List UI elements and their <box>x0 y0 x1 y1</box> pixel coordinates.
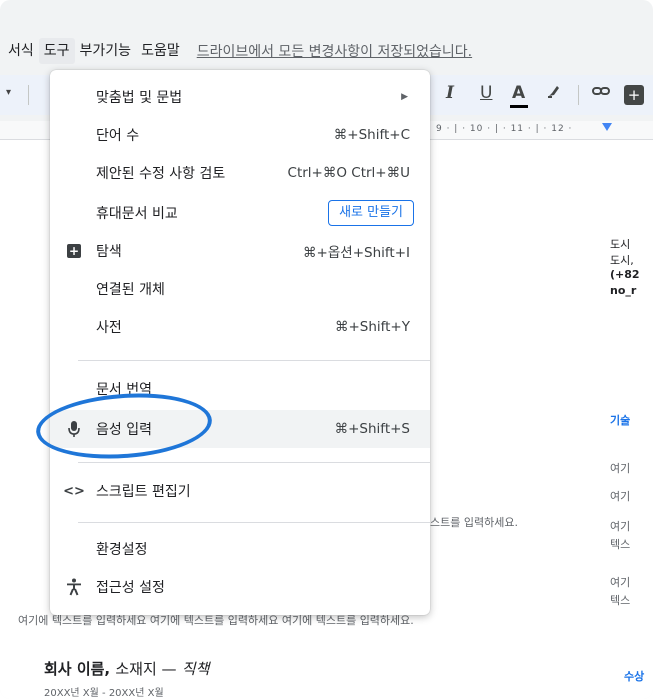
submenu-arrow-icon: ▶ <box>401 92 408 102</box>
menu-item-label: 접근성 설정 <box>96 580 165 596</box>
menu-addons[interactable]: 부가기능 <box>75 38 137 64</box>
menu-item-label: 연결된 개체 <box>96 282 165 298</box>
menu-item-dictionary[interactable]: 사전 ⌘+Shift+Y <box>50 308 430 346</box>
menu-item-script-editor[interactable]: <> 스크립트 편집기 <box>50 472 430 510</box>
contact-line: no_r <box>610 284 637 297</box>
skills-line: 텍스 <box>610 538 631 551</box>
tools-menu: 맞춤법 및 문법 ▶ 단어 수 ⌘+Shift+C 제안된 수정 사항 검토 C… <box>50 70 430 615</box>
underline-button[interactable]: U <box>480 83 492 103</box>
contact-line: 도시, <box>610 254 634 267</box>
menu-item-accessibility-settings[interactable]: 접근성 설정 <box>50 568 430 606</box>
text-color-swatch <box>510 105 528 108</box>
menu-item-label: 휴대문서 비교 <box>96 206 178 222</box>
highlighter-icon[interactable] <box>546 83 562 104</box>
date-range: 20XX년 X월 - 20XX년 X월 <box>44 688 164 699</box>
skills-line: 여기 <box>610 490 631 503</box>
add-comment-icon[interactable]: + <box>624 85 644 105</box>
menu-item-explore[interactable]: + 탐색 ⌘+옵션+Shift+I <box>50 232 430 270</box>
new-badge-button[interactable]: 새로 만들기 <box>328 200 414 226</box>
menu-item-compare-documents[interactable]: 휴대문서 비교 새로 만들기 <box>50 194 430 232</box>
indent-marker[interactable] <box>602 123 612 131</box>
skills-line: 여기 <box>610 520 631 533</box>
menu-item-shortcut: ⌘+Shift+Y <box>334 319 410 335</box>
menu-divider <box>78 522 430 523</box>
menu-divider <box>78 462 430 463</box>
toolbar-divider <box>28 85 29 105</box>
text-color-button[interactable]: A <box>512 83 525 103</box>
menu-item-label: 환경설정 <box>96 542 148 558</box>
menu-item-preferences[interactable]: 환경설정 <box>50 530 430 568</box>
skills-heading: 기술 <box>610 414 631 427</box>
toolbar-divider <box>578 85 579 105</box>
skills-line: 여기 <box>610 462 631 475</box>
menu-tools[interactable]: 도구 <box>38 38 75 64</box>
menu-item-label: 단어 수 <box>96 128 140 144</box>
save-status-link[interactable]: 드라이브에서 모든 변경사항이 저장되었습니다. <box>197 41 472 61</box>
accessibility-icon <box>64 577 84 597</box>
code-icon: <> <box>63 483 85 499</box>
menu-item-word-count[interactable]: 단어 수 ⌘+Shift+C <box>50 116 430 154</box>
skills-line: 여기 <box>610 576 631 589</box>
menu-item-label: 스크립트 편집기 <box>96 484 191 500</box>
body-text: 스트를 입력하세요. <box>430 516 518 529</box>
menu-item-label: 탐색 <box>96 244 122 260</box>
ruler-ticks: 9 · | · 10 · | · 11 · | · 12 · <box>436 124 573 134</box>
contact-line: (+82 <box>610 268 640 281</box>
menu-divider <box>78 360 430 361</box>
menu-item-label: 사전 <box>96 320 122 336</box>
awards-heading: 수상 <box>624 670 645 683</box>
explore-icon: + <box>67 244 81 258</box>
app-window: 서식 도구 부가기능 도움말 드라이브에서 모든 변경사항이 저장되었습니다. … <box>0 0 653 699</box>
italic-button[interactable]: I <box>446 83 454 103</box>
menu-item-shortcut: Ctrl+⌘O Ctrl+⌘U <box>287 165 410 181</box>
menu-item-shortcut: ⌘+Shift+S <box>334 421 410 437</box>
contact-line: 도시 <box>610 238 631 251</box>
menu-item-review-suggestions[interactable]: 제안된 수정 사항 검토 Ctrl+⌘O Ctrl+⌘U <box>50 154 430 192</box>
menu-item-shortcut: ⌘+Shift+C <box>333 127 410 143</box>
link-icon[interactable] <box>592 83 610 102</box>
menu-bar: 서식 도구 부가기능 도움말 드라이브에서 모든 변경사항이 저장되었습니다. <box>0 36 653 66</box>
menu-item-label: 제안된 수정 사항 검토 <box>96 166 226 182</box>
job-heading: 회사 이름, 소재지 — 직책 <box>44 658 209 679</box>
menu-item-label: 맞춤법 및 문법 <box>96 90 183 106</box>
skills-line: 텍스 <box>610 594 631 607</box>
company-name: 회사 이름, <box>44 660 111 678</box>
dropdown-caret-icon[interactable]: ▾ <box>6 87 11 98</box>
job-title: 직책 <box>181 660 210 678</box>
menu-item-shortcut: ⌘+옵션+Shift+I <box>303 245 410 261</box>
menu-format[interactable]: 서식 <box>0 38 39 64</box>
menu-help[interactable]: 도움말 <box>136 38 185 64</box>
menu-item-spelling-grammar[interactable]: 맞춤법 및 문법 ▶ <box>50 78 430 116</box>
company-location: 소재지 — <box>115 660 177 678</box>
menu-item-linked-objects[interactable]: 연결된 개체 <box>50 270 430 308</box>
